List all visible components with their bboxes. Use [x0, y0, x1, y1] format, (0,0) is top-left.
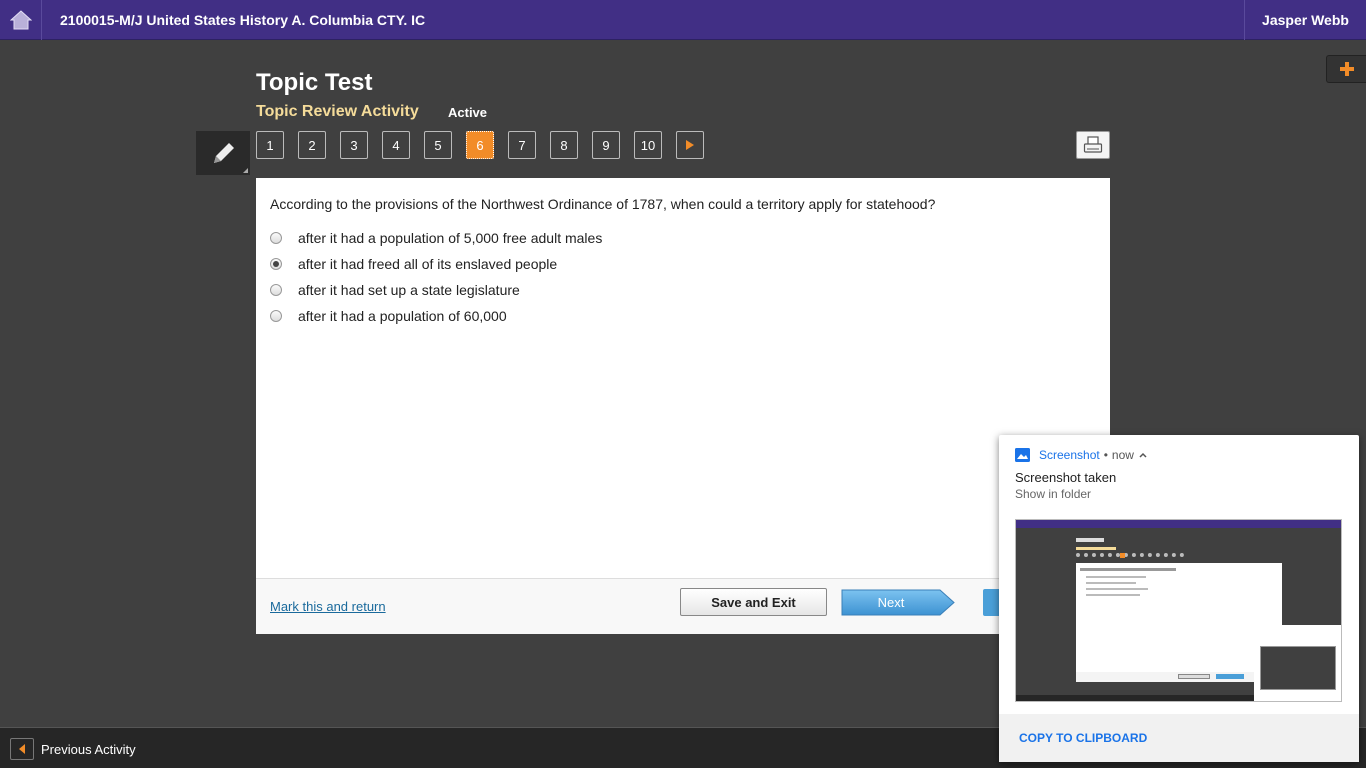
- pencil-icon: [214, 143, 234, 163]
- copy-to-clipboard-button[interactable]: COPY TO CLIPBOARD: [1019, 731, 1147, 745]
- question-number-button[interactable]: 5: [424, 131, 452, 159]
- home-button[interactable]: [0, 0, 42, 40]
- back-arrow-icon: [19, 744, 25, 754]
- radio-button[interactable]: [270, 310, 282, 322]
- status-badge: Active: [448, 105, 488, 120]
- question-number-button[interactable]: 9: [592, 131, 620, 159]
- question-text: According to the provisions of the North…: [270, 196, 936, 212]
- question-nav-next-button[interactable]: [676, 131, 704, 159]
- radio-button[interactable]: [270, 258, 282, 270]
- question-footer: Mark this and return Save and Exit Next: [256, 578, 1110, 634]
- previous-arrow-box: [10, 738, 34, 760]
- question-number-button[interactable]: 4: [382, 131, 410, 159]
- answer-option-label: after it had freed all of its enslaved p…: [298, 256, 558, 272]
- question-number-button[interactable]: 8: [550, 131, 578, 159]
- plus-button[interactable]: [1326, 55, 1366, 83]
- answer-option[interactable]: after it had freed all of its enslaved p…: [270, 254, 557, 274]
- tool-corner-indicator: [243, 168, 248, 173]
- print-button[interactable]: [1076, 131, 1110, 159]
- question-number-button[interactable]: 3: [340, 131, 368, 159]
- course-title: 2100015-M/J United States History A. Col…: [60, 12, 426, 28]
- question-number-button[interactable]: 7: [508, 131, 536, 159]
- question-number-button[interactable]: 6: [466, 131, 494, 159]
- chevron-up-icon[interactable]: [1138, 451, 1148, 459]
- print-icon: [1083, 136, 1103, 153]
- thumbnail-question-nav: [1076, 553, 1184, 558]
- top-bar: 2100015-M/J United States History A. Col…: [0, 0, 1366, 40]
- notification-app-name: Screenshot: [1039, 448, 1100, 462]
- image-icon: [1015, 448, 1030, 462]
- thumbnail-topbar: [1016, 520, 1341, 528]
- thumbnail-current-question: [1120, 553, 1125, 558]
- page-title: Topic Test: [256, 69, 373, 96]
- thumbnail-activity: [1076, 547, 1116, 550]
- home-icon: [9, 10, 32, 30]
- question-number-button[interactable]: 10: [634, 131, 662, 159]
- thumbnail-option-line: [1086, 588, 1148, 590]
- thumbnail-question-line: [1080, 568, 1176, 571]
- thumbnail-option-line: [1086, 594, 1140, 596]
- answer-option-label: after it had set up a state legislature: [298, 282, 520, 298]
- pencil-tool-button[interactable]: [196, 131, 250, 175]
- thumbnail-bottombar: [1016, 695, 1254, 701]
- screenshot-notification[interactable]: Screenshot • now Screenshot taken Show i…: [999, 435, 1359, 762]
- thumbnail-next-button: [1216, 674, 1244, 679]
- radio-button[interactable]: [270, 284, 282, 296]
- user-name[interactable]: Jasper Webb: [1244, 0, 1366, 40]
- mark-and-return-link[interactable]: Mark this and return: [270, 599, 386, 614]
- previous-activity-button[interactable]: Previous Activity: [10, 738, 136, 760]
- notification-actions: COPY TO CLIPBOARD: [999, 714, 1359, 762]
- next-button-label: Next: [877, 595, 905, 610]
- answer-option-label: after it had a population of 5,000 free …: [298, 230, 603, 246]
- answer-option-label: after it had a population of 60,000: [298, 308, 507, 324]
- thumbnail-save-button: [1178, 674, 1210, 679]
- plus-icon: [1339, 62, 1354, 76]
- screenshot-thumbnail[interactable]: [1015, 519, 1342, 702]
- answer-option[interactable]: after it had a population of 5,000 free …: [270, 228, 602, 248]
- save-and-exit-button[interactable]: Save and Exit: [680, 588, 827, 616]
- thumbnail-option-line: [1086, 576, 1146, 578]
- question-panel: According to the provisions of the North…: [256, 178, 1110, 578]
- thumbnail-option-line: [1086, 582, 1136, 584]
- thumbnail-question-panel: [1076, 563, 1282, 672]
- next-button[interactable]: Next: [841, 589, 955, 616]
- thumbnail-title: [1076, 538, 1104, 542]
- answer-option[interactable]: after it had set up a state legislature: [270, 280, 520, 300]
- show-in-folder-link[interactable]: Show in folder: [1015, 487, 1091, 501]
- question-number-button[interactable]: 1: [256, 131, 284, 159]
- answer-option[interactable]: after it had a population of 60,000: [270, 306, 507, 326]
- notification-separator: •: [1103, 448, 1108, 462]
- activity-name: Topic Review Activity: [256, 103, 419, 120]
- previous-activity-label: Previous Activity: [41, 741, 136, 757]
- play-arrow-icon: [686, 140, 694, 150]
- thumbnail-nested-screenshot: [1260, 646, 1336, 690]
- notification-header: Screenshot • now: [1015, 447, 1148, 463]
- radio-button[interactable]: [270, 232, 282, 244]
- question-number-button[interactable]: 2: [298, 131, 326, 159]
- notification-title: Screenshot taken: [1015, 470, 1117, 485]
- notification-time: now: [1111, 448, 1134, 462]
